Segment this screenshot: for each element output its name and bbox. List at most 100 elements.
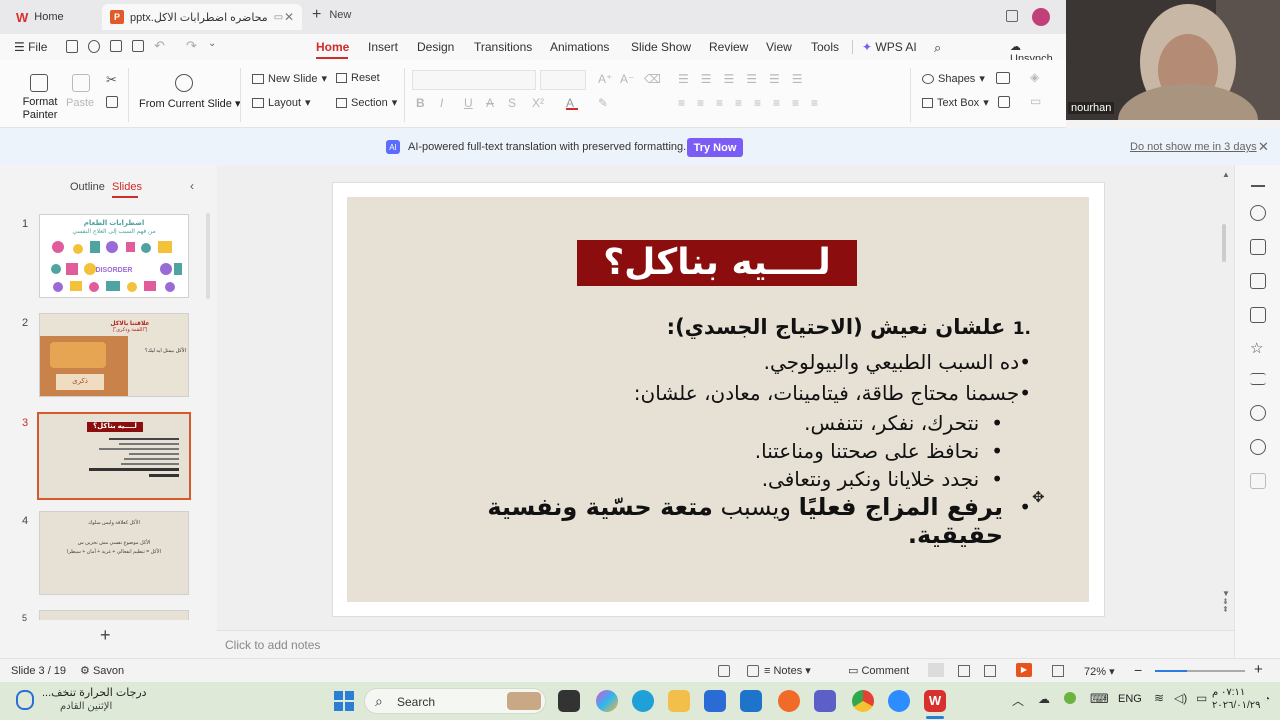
menu-animations[interactable]: Animations	[550, 40, 609, 54]
menu-tools[interactable]: Tools	[811, 40, 839, 54]
cut-icon[interactable]: ✂	[106, 72, 117, 88]
format-painter-button[interactable]: Format Painter	[14, 96, 66, 122]
window-mode-icon[interactable]: ▭	[274, 12, 283, 23]
battery-icon[interactable]: ▭	[1196, 691, 1207, 705]
undo-icon[interactable]: ↶	[154, 38, 165, 54]
quick-access-more-icon[interactable]: ⌄	[208, 38, 216, 49]
text-box-button[interactable]: Text Box ▾	[922, 96, 989, 109]
menu-view[interactable]: View	[766, 40, 792, 54]
zoom-in-icon[interactable]: +	[1254, 661, 1263, 678]
shadow-text-icon[interactable]: S	[508, 96, 516, 110]
menu-design[interactable]: Design	[417, 40, 454, 54]
restore-window-icon[interactable]	[1006, 10, 1018, 22]
menu-home[interactable]: Home	[316, 40, 349, 54]
minimize-panel-icon[interactable]	[1251, 185, 1265, 187]
strikethrough-icon[interactable]: A	[486, 96, 494, 110]
slide-thumbnail-5[interactable]	[39, 610, 189, 620]
outline-icon[interactable]: ▭	[1030, 94, 1041, 108]
slide-thumbnail-4[interactable]: الأكل كعلاقة وليس سلوك الأكل موضوع نفسي …	[39, 511, 189, 595]
reading-view-icon[interactable]	[984, 665, 996, 677]
paragraph-tools-top[interactable]: ☰☰☰☰☰☰	[678, 72, 815, 86]
tab-document[interactable]: P محاضره اضطرابات الاكل.pptx ▭ ✕	[102, 4, 302, 30]
store-icon[interactable]	[704, 690, 726, 712]
play-from-current-icon[interactable]	[175, 74, 193, 92]
slides-tab[interactable]: Slides	[112, 181, 142, 193]
menu-transitions[interactable]: Transitions	[474, 40, 532, 54]
format-painter-icon[interactable]	[30, 74, 48, 92]
font-size-select[interactable]	[540, 70, 586, 90]
underline-icon[interactable]: U	[464, 96, 473, 110]
copilot-icon[interactable]	[596, 690, 618, 712]
more-tools-icon[interactable]	[1250, 473, 1266, 489]
slide-title[interactable]: لــــيه بناكل؟	[577, 240, 857, 286]
share-icon[interactable]	[88, 40, 100, 53]
clear-format-icon[interactable]: ⌫	[644, 72, 661, 86]
edge-icon[interactable]	[632, 690, 654, 712]
normal-view-icon[interactable]	[928, 663, 944, 677]
adjust-icon[interactable]	[1250, 373, 1266, 385]
teams-icon[interactable]	[814, 690, 836, 712]
save-icon[interactable]	[66, 40, 78, 53]
fill-icon[interactable]: ◈	[1030, 70, 1039, 84]
from-current-slide-button[interactable]: From Current Slide ▾	[139, 97, 241, 110]
sub-bullet-4[interactable]: • يرفع المزاج فعليًا ويسبب متعة حسّية ونف…	[447, 493, 1031, 549]
sub-bullet-2[interactable]: نحافظ على صحتنا ومناعتنا. •	[347, 439, 1003, 463]
new-tab-button[interactable]: + New	[312, 7, 351, 23]
theme-indicator[interactable]: ⚙ Savon	[80, 664, 124, 677]
font-family-select[interactable]	[412, 70, 536, 90]
scroll-down-icons[interactable]: ▼ ⇟ ⇞	[1222, 590, 1230, 614]
bullet-1[interactable]: ده السبب الطبيعي والبيولوجي.•	[347, 350, 1031, 374]
tab-home[interactable]: W Home	[8, 4, 100, 30]
close-tab-icon[interactable]: ✕	[284, 10, 294, 24]
new-slide-button[interactable]: New Slide ▾	[252, 72, 327, 85]
task-view-icon[interactable]	[558, 690, 580, 712]
layout-button[interactable]: Layout ▾	[252, 96, 311, 109]
panel-scrollbar[interactable]	[206, 213, 210, 299]
sub-bullet-3[interactable]: نجدد خلايانا ونكبر ونتعافى. •	[347, 467, 1003, 491]
add-slide-icon[interactable]: +	[100, 625, 111, 646]
sub-bullet-1[interactable]: نتحرك، نفكر، نتنفس. •	[347, 411, 1003, 435]
star-icon[interactable]: ☆	[1250, 339, 1263, 357]
font-color-icon[interactable]: A	[566, 96, 578, 110]
hide-panel-icon[interactable]	[747, 665, 759, 677]
magic-tools-icon[interactable]	[1250, 205, 1266, 221]
alignment-tools[interactable]: ≡≡≡≡≡≡≡≡	[678, 96, 830, 110]
weather-icon[interactable]	[16, 690, 34, 710]
italic-icon[interactable]: I	[440, 96, 443, 110]
file-menu[interactable]: ☰ File	[14, 40, 47, 54]
play-slideshow-icon[interactable]: ▶	[1016, 663, 1032, 677]
start-button[interactable]	[334, 691, 354, 711]
tray-app-icon[interactable]	[1064, 692, 1076, 704]
slide-library-icon[interactable]	[1250, 273, 1266, 289]
paste-icon[interactable]	[72, 74, 90, 92]
print-preview-icon[interactable]	[132, 40, 144, 52]
slide-thumbnail-3[interactable]: لــــيه بناكل؟	[37, 412, 191, 500]
picture-icon[interactable]	[996, 72, 1010, 84]
menu-insert[interactable]: Insert	[368, 40, 398, 54]
outline-tab[interactable]: Outline	[70, 181, 105, 193]
notes-pane[interactable]: Click to add notes	[217, 630, 1234, 658]
close-notification-icon[interactable]: ✕	[1258, 139, 1269, 155]
wps-ai-menu[interactable]: ✦ WPS AI	[862, 40, 917, 54]
chrome-icon[interactable]	[852, 690, 874, 712]
show-hidden-icons[interactable]: ︿	[1012, 692, 1024, 709]
zoom-out-icon[interactable]: −	[1134, 662, 1142, 678]
slide-sorter-icon[interactable]	[958, 665, 970, 677]
bold-icon[interactable]: B	[416, 96, 425, 110]
dismiss-link[interactable]: Do not show me in 3 days	[1130, 141, 1257, 153]
redo-icon[interactable]: ↷	[186, 38, 197, 54]
search-icon[interactable]: ⌕	[934, 40, 941, 56]
notes-toggle[interactable]: ≡ Notes ▾	[764, 664, 811, 677]
canvas-scrollbar-thumb[interactable]	[1222, 224, 1226, 262]
zoom-app-icon[interactable]	[888, 690, 910, 712]
slide-thumbnail-1[interactable]: اضطرابات الطعام من فهم السبب إلى العلاج …	[39, 214, 189, 298]
print-icon[interactable]	[110, 40, 122, 52]
history-icon[interactable]	[1250, 405, 1266, 421]
help-icon[interactable]	[1250, 439, 1266, 455]
copy-icon[interactable]	[106, 96, 118, 108]
bullet-2[interactable]: جسمنا محتاج طاقة، فيتامينات، معادن، علشا…	[347, 381, 1031, 405]
comment-toggle[interactable]: ▭ Comment	[848, 664, 909, 677]
taskbar-search[interactable]: ⌕ Search	[364, 688, 546, 714]
language-indicator[interactable]: ENG	[1118, 693, 1142, 705]
fit-slide-icon[interactable]	[718, 665, 730, 677]
